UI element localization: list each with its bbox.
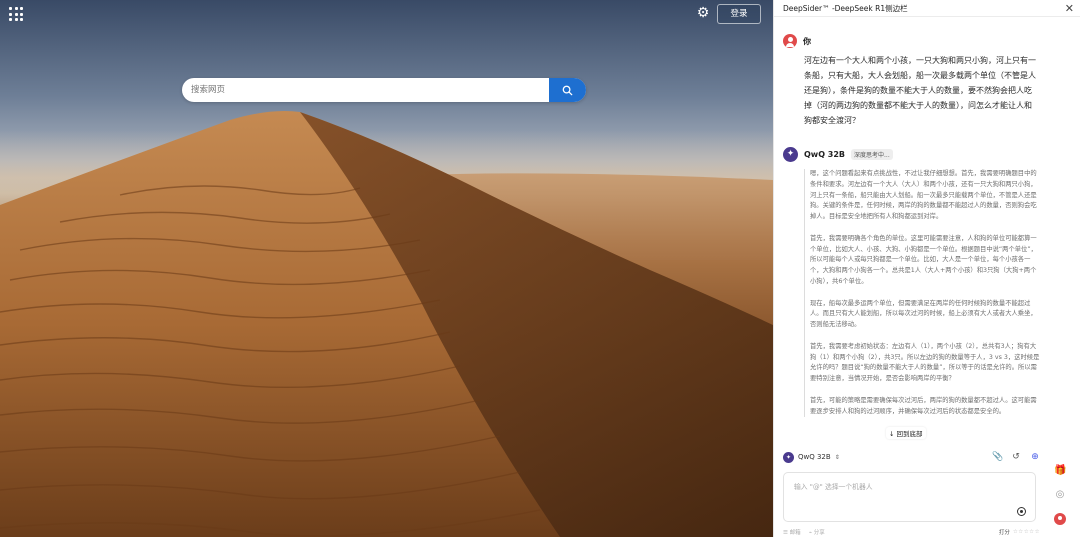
send-icon[interactable]	[1017, 507, 1026, 516]
deepsider-sidebar: DeepSider™ -DeepSeek R1侧边栏 ✕ 你 河左边有一个大人和…	[773, 0, 1080, 537]
chat-area[interactable]: 你 河左边有一个大人和两个小孩，一只大狗和两只小狗，河上只有一条船，只有大船，大…	[774, 17, 1044, 447]
right-rail: 🎁 ◎	[1050, 465, 1070, 525]
sidebar-header: DeepSider™ -DeepSeek R1侧边栏 ✕	[774, 0, 1080, 17]
user-avatar-icon[interactable]	[1054, 513, 1066, 525]
sidebar-footer: ☰ 邮箱 ⌁ 分享 打分 ☆☆☆☆☆	[783, 527, 1040, 537]
chevron-updown-icon: ⇕	[834, 453, 840, 461]
user-message-text: 河左边有一个大人和两个小孩，一只大狗和两只小狗，河上只有一条船，只有大船，大人会…	[804, 56, 1036, 125]
model-name: QwQ 32B	[798, 453, 831, 461]
user-message-header: 你	[774, 34, 1044, 48]
composer-box	[783, 472, 1036, 522]
thinking-paragraph: 首先，我需要考虑初始状态：左边有人（1），两个小孩（2），总共有3人；狗有大狗（…	[810, 342, 1040, 383]
new-chat-icon[interactable]: ⊕	[1030, 452, 1040, 462]
qwq-bot-icon: ✦	[783, 451, 794, 463]
gear-icon[interactable]: ⚙	[695, 5, 711, 21]
model-bar: ✦ QwQ 32B ⇕ 📎 ↺ ⊕	[783, 450, 1040, 464]
qwq-bot-icon: ✦	[783, 147, 798, 162]
search-button[interactable]	[549, 78, 586, 102]
bot-message-header: ✦ QwQ 32B 深度思考中...	[774, 147, 1044, 162]
login-button[interactable]: 登录	[717, 4, 761, 24]
thinking-paragraph: 首先，可能的策略是需要确保每次过河后，两岸的狗的数量都不超过人。这可能需要逐步安…	[810, 396, 1037, 415]
footer-link-share[interactable]: ⌁ 分享	[809, 528, 825, 536]
thinking-paragraph: 现在，船每次最多运两个单位，但需要满足在两岸的任何时候狗的数量不能超过人。而且只…	[810, 299, 1037, 329]
rating-label: 打分	[998, 530, 1010, 536]
thinking-paragraph: 嗯，这个问题看起来有点挑战性，不过让我仔细想想。首先，我需要明确题目中的条件和要…	[810, 170, 1037, 221]
thinking-status-badge: 深度思考中...	[851, 149, 893, 160]
back-to-bottom-button[interactable]: ↓ 回到底部	[886, 427, 926, 439]
footer-link-mail[interactable]: ☰ 邮箱	[783, 528, 801, 536]
search-input[interactable]	[182, 78, 549, 102]
gift-icon[interactable]: 🎁	[1054, 465, 1066, 477]
search-icon	[562, 85, 573, 95]
paperclip-icon[interactable]: 📎	[992, 452, 1003, 462]
browser-newtab: ⚙ 登录	[0, 0, 773, 537]
history-icon[interactable]: ↺	[1011, 452, 1021, 462]
user-avatar-icon	[783, 34, 797, 48]
chat-input[interactable]	[784, 473, 1035, 521]
apps-grid-icon[interactable]	[9, 7, 23, 21]
thinking-paragraph: 首先，我需要明确各个角色的单位。这里可能需要注意，人和狗的单位可能都算一个单位，…	[810, 234, 1037, 285]
user-name: 你	[803, 36, 811, 46]
rating-stars[interactable]: ☆☆☆☆☆	[1013, 529, 1040, 535]
search-box	[182, 78, 586, 102]
close-icon[interactable]: ✕	[1065, 3, 1074, 14]
composer-toolbar: 📎 ↺ ⊕	[992, 452, 1040, 462]
model-selector[interactable]: ✦ QwQ 32B ⇕	[783, 451, 840, 463]
target-icon[interactable]: ◎	[1054, 489, 1066, 501]
sidebar-title: DeepSider™ -DeepSeek R1侧边栏	[783, 3, 908, 13]
thinking-block: 嗯，这个问题看起来有点挑战性，不过让我仔细想想。首先，我需要明确题目中的条件和要…	[804, 169, 1041, 418]
bot-name: QwQ 32B	[804, 150, 846, 159]
